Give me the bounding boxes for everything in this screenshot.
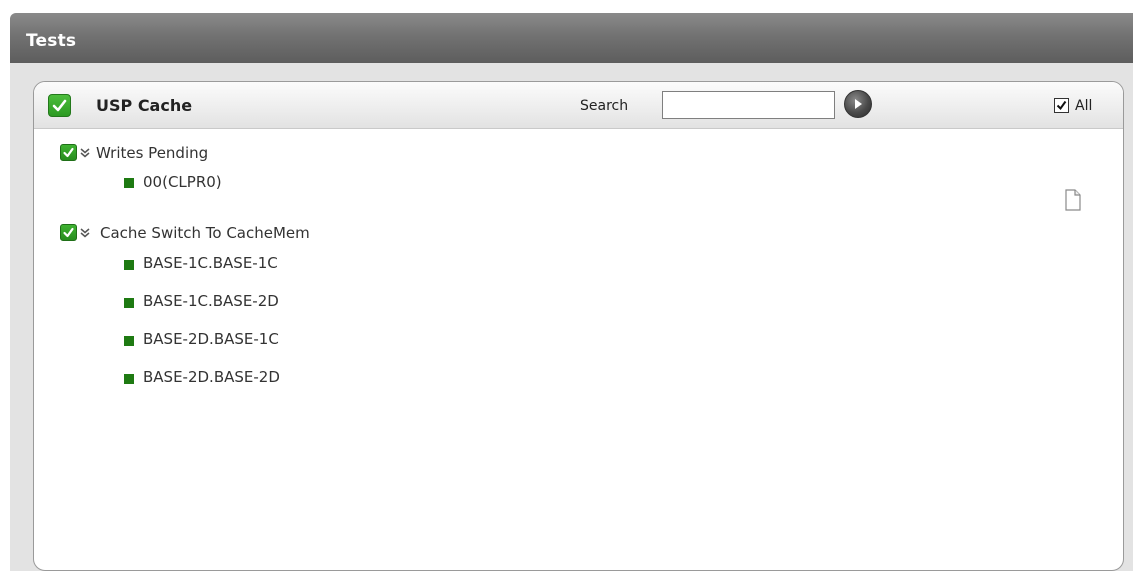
search-label: Search — [580, 98, 629, 114]
group-checkbox-cache-switch[interactable] — [60, 224, 77, 241]
document-icon[interactable] — [1064, 189, 1082, 211]
group-label[interactable]: Cache Switch To CacheMem — [100, 224, 310, 242]
chevron-down-icon[interactable] — [78, 226, 92, 240]
all-checkbox[interactable] — [1054, 98, 1069, 113]
panel-title: USP Cache — [96, 96, 193, 115]
group-checkbox-writes-pending[interactable] — [60, 144, 77, 161]
chevron-down-icon[interactable] — [78, 146, 92, 160]
group-label[interactable]: Writes Pending — [96, 144, 208, 162]
window-title: Tests — [26, 31, 77, 51]
status-square-icon — [124, 298, 134, 308]
status-square-icon — [124, 178, 134, 188]
window-titlebar: Tests — [10, 13, 1133, 63]
list-item[interactable]: BASE-1C.BASE-2D — [143, 292, 279, 310]
tests-window: Tests USP Cache Search All Writes Pendin… — [10, 13, 1133, 571]
go-arrow-icon[interactable] — [844, 90, 872, 118]
list-item[interactable]: BASE-2D.BASE-1C — [143, 330, 279, 348]
list-item[interactable]: BASE-1C.BASE-1C — [143, 254, 278, 272]
usp-cache-panel: USP Cache Search All Writes Pending 00(C… — [33, 81, 1124, 571]
panel-check-icon[interactable] — [48, 94, 71, 117]
panel-header: USP Cache Search All — [34, 82, 1123, 129]
status-square-icon — [124, 374, 134, 384]
all-label: All — [1075, 98, 1093, 114]
status-square-icon — [124, 260, 134, 270]
test-tree: Writes Pending 00(CLPR0) Cache Switch To… — [34, 128, 1123, 570]
list-item[interactable]: 00(CLPR0) — [143, 173, 222, 191]
status-square-icon — [124, 336, 134, 346]
search-input[interactable] — [662, 91, 835, 119]
list-item[interactable]: BASE-2D.BASE-2D — [143, 368, 280, 386]
